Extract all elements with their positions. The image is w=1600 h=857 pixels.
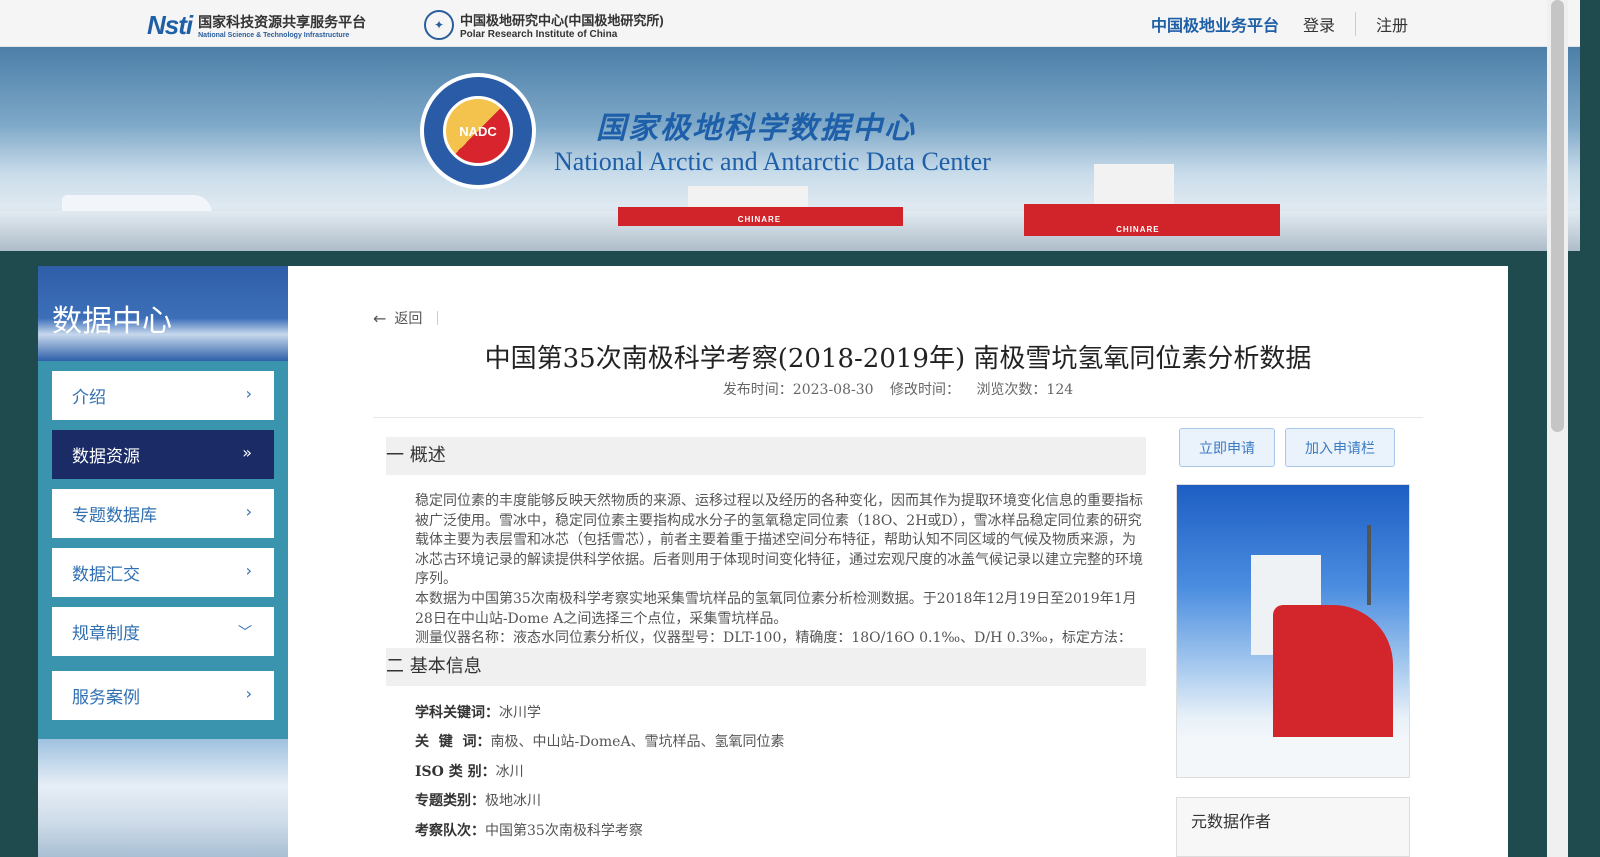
info-value: 中国第35次南极科学考察 [485, 822, 643, 839]
main-content: ← 返回 中国第35次南极科学考察(2018-2019年) 南极雪坑氢氧同位素分… [288, 266, 1508, 857]
info-value: 冰川 [495, 763, 524, 780]
sidebar-item-label: 服务案例 [72, 688, 140, 708]
chevron-right-icon: › [245, 561, 252, 580]
sidebar: 数据中心 介绍 › 数据资源 » 专题数据库 › 数据汇交 › 规章制度 ﹀ 服… [38, 266, 288, 857]
icebreaker-ship-2: CHINARE [1024, 160, 1280, 236]
info-key: 考察队次： [415, 822, 485, 839]
back-label: 返回 [394, 311, 423, 327]
info-value: 冰川学 [499, 705, 541, 721]
overview-paragraph: 本数据为中国第35次南极科学考察实地采集雪坑样品的氢氧同位素分析检测数据。于20… [415, 590, 1137, 627]
sidebar-item-label: 规章制度 [72, 624, 140, 644]
scrollbar-thumb[interactable] [1551, 0, 1564, 432]
nsti-logo-cn: 国家科技资源共享服务平台 [198, 14, 367, 30]
nsti-logo-mark: Nsti [147, 10, 193, 40]
back-button[interactable]: ← 返回 [373, 308, 439, 328]
overview-paragraph: 稳定同位素的丰度能够反映天然物质的来源、运移过程以及经历的各种变化，因而其作为提… [415, 493, 1143, 588]
info-row-keywords: 关 键 词：南极、中山站-DomeA、雪坑样品、氢氧同位素 [415, 732, 1145, 761]
info-row-subject: 学科关键词：冰川学 [415, 703, 1145, 732]
sidebar-item-thematic-database[interactable]: 专题数据库 › [52, 489, 274, 538]
polar-institute-logo[interactable]: ✦ 中国极地研究中心(中国极地研究所) Polar Research Insti… [424, 10, 664, 40]
overview-text: 稳定同位素的丰度能够反映天然物质的来源、运移过程以及经历的各种变化，因而其作为提… [415, 492, 1145, 668]
sidebar-item-data-submission[interactable]: 数据汇交 › [52, 548, 274, 597]
view-count: 浏览次数：124 [976, 382, 1074, 398]
chevron-right-icon: › [245, 684, 252, 703]
info-row-topic-category: 专题类别：极地冰川 [415, 791, 1145, 820]
sidebar-item-label: 介绍 [72, 388, 106, 408]
publish-time: 发布时间：2023-08-30 [722, 382, 874, 398]
sidebar-title: 数据中心 [52, 304, 172, 339]
nadc-seal-inner: NADC [443, 96, 513, 166]
polar-platform-link[interactable]: 中国极地业务平台 [1151, 12, 1279, 36]
polar-logo-en: Polar Research Institute of China [460, 29, 618, 40]
chevron-right-icon: › [245, 502, 252, 521]
title-divider [373, 417, 1423, 418]
sidebar-item-label: 数据资源 [72, 447, 140, 467]
sidebar-item-service-cases[interactable]: 服务案例 › [52, 671, 274, 720]
info-row-expedition: 考察队次：中国第35次南极科学考察 [415, 821, 1145, 850]
header-banner: NADC 国家极地科学数据中心 National Arctic and Anta… [0, 47, 1580, 251]
sidebar-header: 数据中心 [38, 266, 288, 361]
arrow-left-icon: ← [373, 308, 387, 328]
page-title: 中国第35次南极科学考察(2018-2019年) 南极雪坑氢氧同位素分析数据 [484, 344, 1312, 374]
article-meta: 发布时间：2023-08-30 修改时间： 浏览次数：124 [288, 379, 1508, 399]
chevron-down-icon: ﹀ [238, 625, 252, 641]
sidebar-item-data-resources[interactable]: 数据资源 » [52, 430, 274, 479]
ship-label-1: CHINARE [737, 215, 782, 224]
sidebar-item-regulations[interactable]: 规章制度 ﹀ [52, 607, 274, 656]
add-to-cart-button[interactable]: 加入申请栏 [1285, 428, 1395, 467]
info-key: 关 键 词： [415, 734, 491, 751]
info-value: 南极、中山站-DomeA、雪坑样品、氢氧同位素 [490, 734, 785, 751]
section-basic-info-heading: 二 基本信息 [386, 648, 1146, 686]
modify-time: 修改时间： [889, 382, 960, 398]
top-nav: 中国极地业务平台 登录 注册 [1151, 12, 1408, 36]
back-divider [437, 311, 439, 325]
nsti-logo-en: National Science & Technology Infrastruc… [198, 32, 350, 39]
info-key: 专题类别： [415, 793, 485, 810]
chevron-double-right-icon: » [242, 443, 252, 462]
sidebar-item-label: 专题数据库 [72, 506, 157, 526]
info-value: 极地冰川 [485, 793, 541, 810]
dataset-photo [1176, 484, 1410, 778]
sidebar-item-label: 数据汇交 [72, 565, 140, 585]
page-scrollbar[interactable] [1547, 0, 1568, 857]
info-row-iso-category: ISO 类 别：冰川 [415, 762, 1145, 791]
nsti-logo[interactable]: Nsti 国家科技资源共享服务平台 National Science & Tec… [147, 10, 366, 41]
polar-seal-icon: ✦ [424, 10, 454, 40]
section-overview-heading: 一 概述 [386, 437, 1146, 475]
icebreaker-ship-1: CHINARE [618, 180, 903, 226]
banner-title-en: National Arctic and Antarctic Data Cente… [554, 147, 991, 176]
info-key: ISO 类 别： [415, 763, 496, 780]
sidebar-item-intro[interactable]: 介绍 › [52, 371, 274, 420]
photo-ship-hull [1273, 605, 1393, 745]
basic-info-list: 学科关键词：冰川学 关 键 词：南极、中山站-DomeA、雪坑样品、氢氧同位素 … [415, 703, 1145, 850]
polar-logo-cn: 中国极地研究中心(中国极地研究所) [460, 13, 664, 28]
ship-label-2: CHINARE [1116, 225, 1160, 234]
chevron-right-icon: › [245, 384, 252, 403]
apply-now-button[interactable]: 立即申请 [1179, 428, 1275, 467]
nadc-seal-logo: NADC [420, 73, 536, 189]
login-link[interactable]: 登录 [1303, 12, 1356, 36]
sidebar-menu: 介绍 › 数据资源 » 专题数据库 › 数据汇交 › 规章制度 ﹀ 服务案例 › [38, 361, 288, 720]
sidebar-footer-image [38, 739, 288, 857]
metadata-author-panel: 元数据作者 [1176, 797, 1410, 857]
metadata-author-title: 元数据作者 [1191, 812, 1272, 831]
photo-ship-mast [1367, 525, 1371, 605]
register-link[interactable]: 注册 [1376, 12, 1408, 36]
banner-title-cn: 国家极地科学数据中心 [596, 112, 916, 145]
info-key: 学科关键词： [415, 705, 499, 721]
photo-ice [1177, 737, 1409, 777]
top-bar: Nsti 国家科技资源共享服务平台 National Science & Tec… [0, 0, 1580, 47]
